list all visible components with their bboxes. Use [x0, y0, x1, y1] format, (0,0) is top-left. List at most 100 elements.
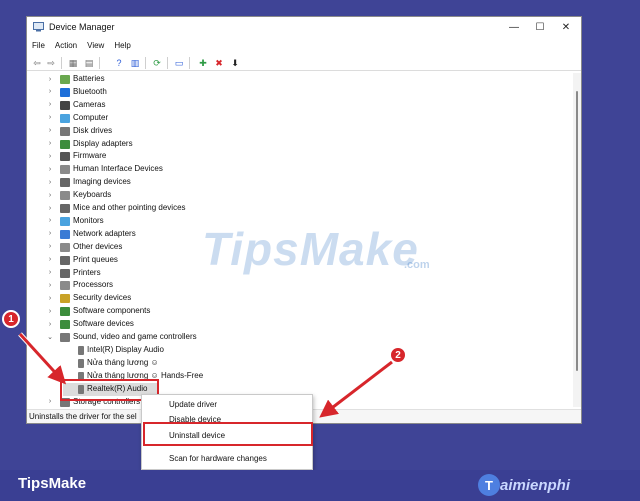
device-category-icon — [60, 294, 70, 304]
scan-hardware-icon[interactable]: ⟳ — [151, 57, 163, 69]
remove-device-icon[interactable]: ✖ — [213, 57, 225, 69]
tree-item[interactable]: › Batteries — [27, 73, 327, 86]
tree-item-label: Display adapters — [73, 138, 133, 148]
tree-item[interactable]: › Keyboards — [27, 189, 327, 202]
tree-item[interactable]: Intel(R) Display Audio — [27, 344, 327, 357]
tree-item[interactable]: › Firmware — [27, 150, 327, 163]
tree-item-label: Processors — [73, 280, 114, 290]
chevron-right-icon[interactable]: › — [46, 88, 54, 96]
tree-item[interactable]: › Bluetooth — [27, 86, 327, 99]
menu-view[interactable]: View — [82, 39, 109, 53]
forward-arrow-icon[interactable]: ⇨ — [45, 57, 57, 69]
chevron-right-icon[interactable]: › — [46, 294, 54, 302]
add-driver-icon[interactable]: ✚ — [197, 57, 209, 69]
toolbar-separator — [61, 57, 62, 69]
chevron-right-icon[interactable]: › — [46, 204, 54, 212]
chevron-right-icon[interactable]: › — [46, 398, 54, 406]
toolbar-separator — [167, 57, 168, 69]
tree-item-label: Firmware — [73, 151, 107, 161]
back-arrow-icon[interactable]: ⇦ — [31, 57, 43, 69]
minimize-button[interactable]: — — [501, 19, 527, 35]
toolbar-separator — [145, 57, 146, 69]
footer-brand: T aimienphi — [478, 472, 628, 498]
tree-item[interactable]: › Security devices — [27, 292, 327, 305]
chevron-right-icon[interactable]: › — [46, 307, 54, 315]
device-category-icon — [60, 139, 70, 149]
watermark-text: TipsMake — [202, 223, 419, 275]
download-icon[interactable]: ⬇ — [229, 57, 241, 69]
tree-item[interactable]: › Imaging devices — [27, 176, 327, 189]
device-manager-window: Device Manager — ☐ ✕ File Action View He… — [26, 16, 582, 424]
scrollbar-thumb[interactable] — [576, 91, 578, 371]
tree-item[interactable]: › Software components — [27, 305, 327, 318]
tree-item[interactable]: › Human Interface Devices — [27, 163, 327, 176]
chevron-right-icon[interactable]: › — [46, 127, 54, 135]
chevron-right-icon[interactable]: › — [46, 101, 54, 109]
tree-item[interactable]: › Display adapters — [27, 138, 327, 151]
tree-item-label: Imaging devices — [73, 177, 131, 187]
device-category-icon — [60, 216, 70, 226]
tree-item-label: Disk drives — [73, 125, 113, 135]
properties-grid-icon[interactable]: ▦ — [67, 57, 79, 69]
list-view-icon[interactable]: ▤ — [83, 57, 95, 69]
device-category-icon — [60, 152, 70, 162]
chevron-right-icon[interactable]: › — [46, 178, 54, 186]
menu-bar: File Action View Help — [27, 39, 581, 53]
chevron-down-icon[interactable]: ⌄ — [46, 333, 54, 341]
tree-item-label: Software devices — [73, 319, 134, 329]
brand-text: aimienphi — [500, 477, 571, 494]
title-bar[interactable]: Device Manager — ☐ ✕ — [27, 17, 581, 37]
chevron-right-icon[interactable]: › — [46, 191, 54, 199]
chevron-right-icon[interactable]: › — [46, 217, 54, 225]
device-category-icon — [60, 268, 70, 278]
tree-item-label: Human Interface Devices — [73, 164, 163, 174]
context-item-update-driver[interactable]: Update driver — [142, 397, 312, 412]
chevron-right-icon[interactable]: › — [46, 256, 54, 264]
device-category-icon — [60, 126, 70, 136]
vertical-scrollbar[interactable] — [573, 73, 581, 407]
device-category-icon — [60, 204, 70, 213]
menu-action[interactable]: Action — [50, 39, 82, 53]
tree-item[interactable]: ⌄ Sound, video and game controllers — [27, 331, 327, 344]
tree-item[interactable]: Nửa tháng lương ☺ — [27, 357, 327, 370]
toolbar-separator — [189, 57, 190, 69]
maximize-button[interactable]: ☐ — [527, 19, 553, 35]
tree-item[interactable]: › Mice and other pointing devices — [27, 202, 327, 215]
close-button[interactable]: ✕ — [553, 19, 579, 35]
chevron-right-icon[interactable]: › — [46, 165, 54, 173]
tree-item[interactable]: › Cameras — [27, 99, 327, 112]
step-marker-1: 1 — [2, 310, 20, 328]
step-marker-2: 2 — [389, 346, 407, 364]
chevron-right-icon[interactable]: › — [46, 152, 54, 160]
tree-item-label: Cameras — [73, 99, 106, 109]
tree-item[interactable]: › Computer — [27, 112, 327, 125]
monitor-icon[interactable]: ▭ — [173, 57, 185, 69]
details-icon[interactable]: ▥ — [129, 57, 141, 69]
chevron-right-icon[interactable]: › — [46, 75, 54, 83]
brand-badge-icon: T — [478, 474, 500, 496]
tree-item-label: Mice and other pointing devices — [73, 203, 186, 212]
device-category-icon — [60, 307, 70, 317]
tree-item-label: Software components — [73, 306, 151, 316]
menu-help[interactable]: Help — [109, 39, 135, 53]
tree-item-label: Batteries — [73, 74, 105, 83]
chevron-right-icon[interactable]: › — [46, 281, 54, 289]
chevron-right-icon[interactable]: › — [46, 269, 54, 277]
tree-item-label: Printers — [73, 267, 101, 277]
tree-item-label: Bluetooth — [73, 86, 107, 96]
tree-item-label: Intel(R) Display Audio — [87, 344, 164, 354]
tree-item[interactable]: › Processors — [27, 279, 327, 292]
help-icon[interactable]: ? — [113, 57, 125, 69]
tree-item-label: Other devices — [73, 241, 123, 251]
device-category-icon — [60, 320, 70, 330]
menu-file[interactable]: File — [27, 39, 50, 53]
chevron-right-icon[interactable]: › — [46, 320, 54, 328]
chevron-right-icon[interactable]: › — [46, 140, 54, 148]
tree-item[interactable]: › Software devices — [27, 318, 327, 331]
tree-item-label: Computer — [73, 112, 109, 122]
chevron-right-icon[interactable]: › — [46, 114, 54, 122]
tree-item[interactable]: › Disk drives — [27, 125, 327, 138]
chevron-right-icon[interactable]: › — [46, 230, 54, 238]
context-item-scan-hardware[interactable]: Scan for hardware changes — [142, 451, 312, 466]
chevron-right-icon[interactable]: › — [46, 243, 54, 251]
